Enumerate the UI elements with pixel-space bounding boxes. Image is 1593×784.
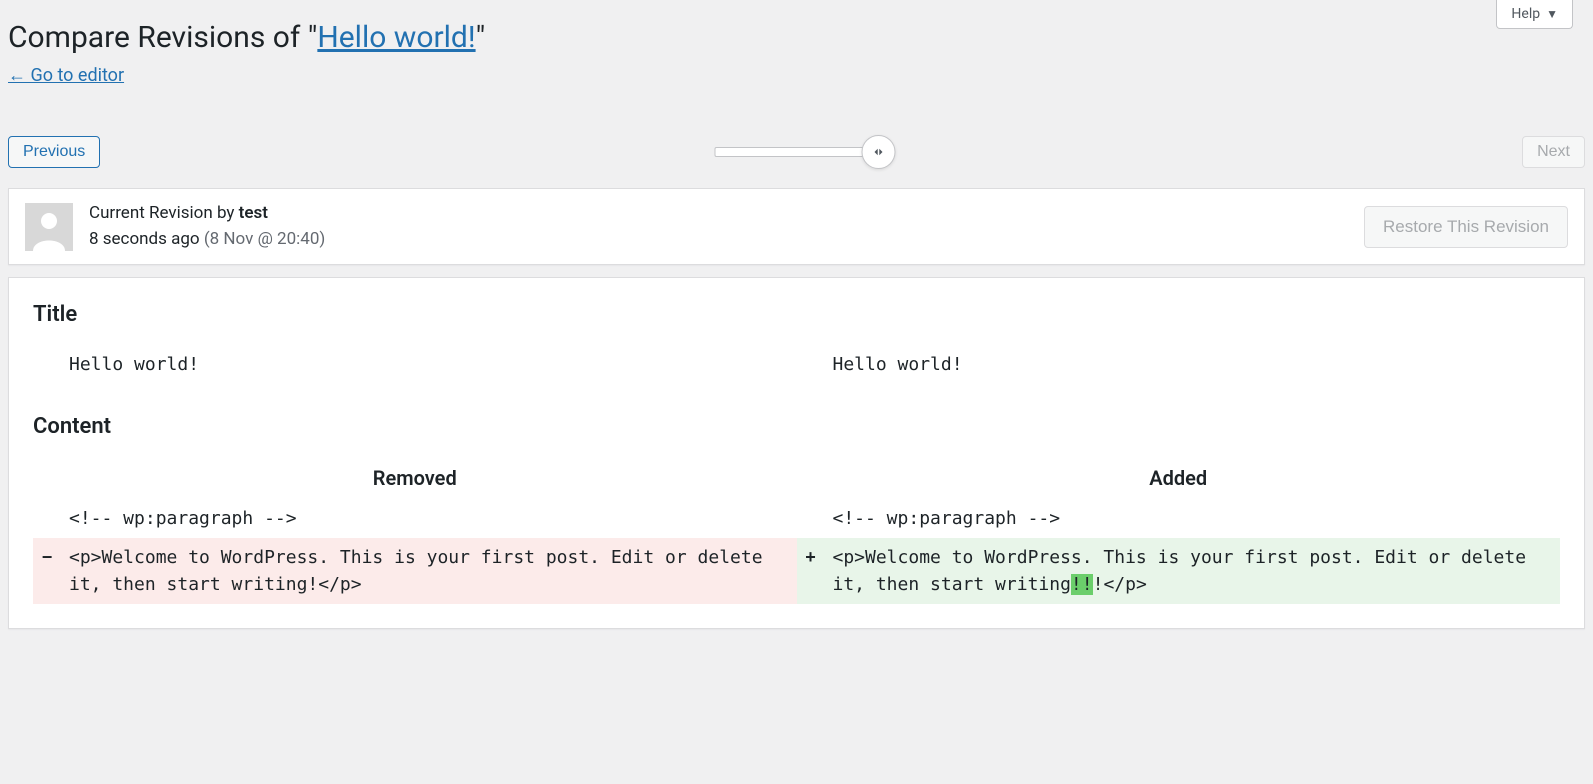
diff-context-right: <!-- wp:paragraph -->	[825, 499, 1561, 538]
diff-added-highlight: !!	[1071, 574, 1093, 595]
revision-author-line: Current Revision by test	[89, 201, 1364, 227]
table-row: Removed Added	[33, 457, 1560, 499]
added-column-header: Added	[797, 457, 1561, 499]
diff-content-heading: Content	[33, 414, 1560, 439]
table-row: − <p>Welcome to WordPress. This is your …	[33, 538, 1560, 604]
diff-content-table: Removed Added <!-- wp:paragraph --> <!--…	[33, 457, 1560, 604]
diff-marker	[797, 499, 825, 538]
diff-title-table: Hello world! Hello world!	[33, 345, 1560, 384]
next-button: Next	[1522, 136, 1585, 168]
slider-track[interactable]	[714, 147, 879, 157]
avatar	[25, 203, 73, 251]
revision-date: (8 Nov @ 20:40)	[204, 229, 325, 249]
revision-author: test	[239, 203, 268, 223]
revision-controls: Previous Next	[0, 136, 1593, 168]
removed-column-header: Removed	[33, 457, 797, 499]
diff-minus-marker: −	[33, 538, 61, 604]
diff-marker	[33, 345, 61, 384]
diff-title-left: Hello world!	[61, 345, 797, 384]
revision-meta-text: Current Revision by test 8 seconds ago (…	[89, 201, 1364, 252]
help-tab[interactable]: Help ▼	[1496, 0, 1573, 29]
diff-added-before: <p>Welcome to WordPress. This is your fi…	[833, 547, 1527, 595]
table-row: Hello world! Hello world!	[33, 345, 1560, 384]
diff-added-line: <p>Welcome to WordPress. This is your fi…	[825, 538, 1561, 604]
post-title-link[interactable]: Hello world!	[317, 20, 475, 55]
diff-context-left: <!-- wp:paragraph -->	[61, 499, 797, 538]
revision-slider[interactable]	[714, 147, 879, 157]
revision-time-ago: 8 seconds ago	[89, 229, 204, 249]
avatar-placeholder-icon	[25, 203, 73, 251]
restore-revision-button: Restore This Revision	[1364, 206, 1568, 248]
slider-grip-icon	[870, 144, 886, 160]
revision-by-prefix: Current Revision by	[89, 203, 239, 223]
diff-panel: Title Hello world! Hello world! Content …	[8, 277, 1585, 629]
help-label: Help	[1511, 6, 1540, 22]
diff-marker	[33, 499, 61, 538]
diff-marker	[797, 345, 825, 384]
table-row: <!-- wp:paragraph --> <!-- wp:paragraph …	[33, 499, 1560, 538]
page-title: Compare Revisions of "Hello world!"	[0, 0, 1593, 65]
previous-button[interactable]: Previous	[8, 136, 100, 168]
go-to-editor-link[interactable]: ← Go to editor	[0, 65, 132, 86]
diff-removed-line: <p>Welcome to WordPress. This is your fi…	[61, 538, 797, 604]
chevron-down-icon: ▼	[1546, 7, 1558, 21]
diff-plus-marker: +	[797, 538, 825, 604]
title-suffix: "	[476, 20, 486, 55]
diff-title-right: Hello world!	[825, 345, 1561, 384]
revision-meta: Current Revision by test 8 seconds ago (…	[8, 188, 1585, 265]
diff-title-heading: Title	[33, 302, 1560, 327]
revision-time-line: 8 seconds ago (8 Nov @ 20:40)	[89, 227, 1364, 253]
diff-added-after: !</p>	[1093, 574, 1147, 595]
title-prefix: Compare Revisions of "	[8, 20, 317, 55]
slider-handle[interactable]	[861, 135, 895, 169]
